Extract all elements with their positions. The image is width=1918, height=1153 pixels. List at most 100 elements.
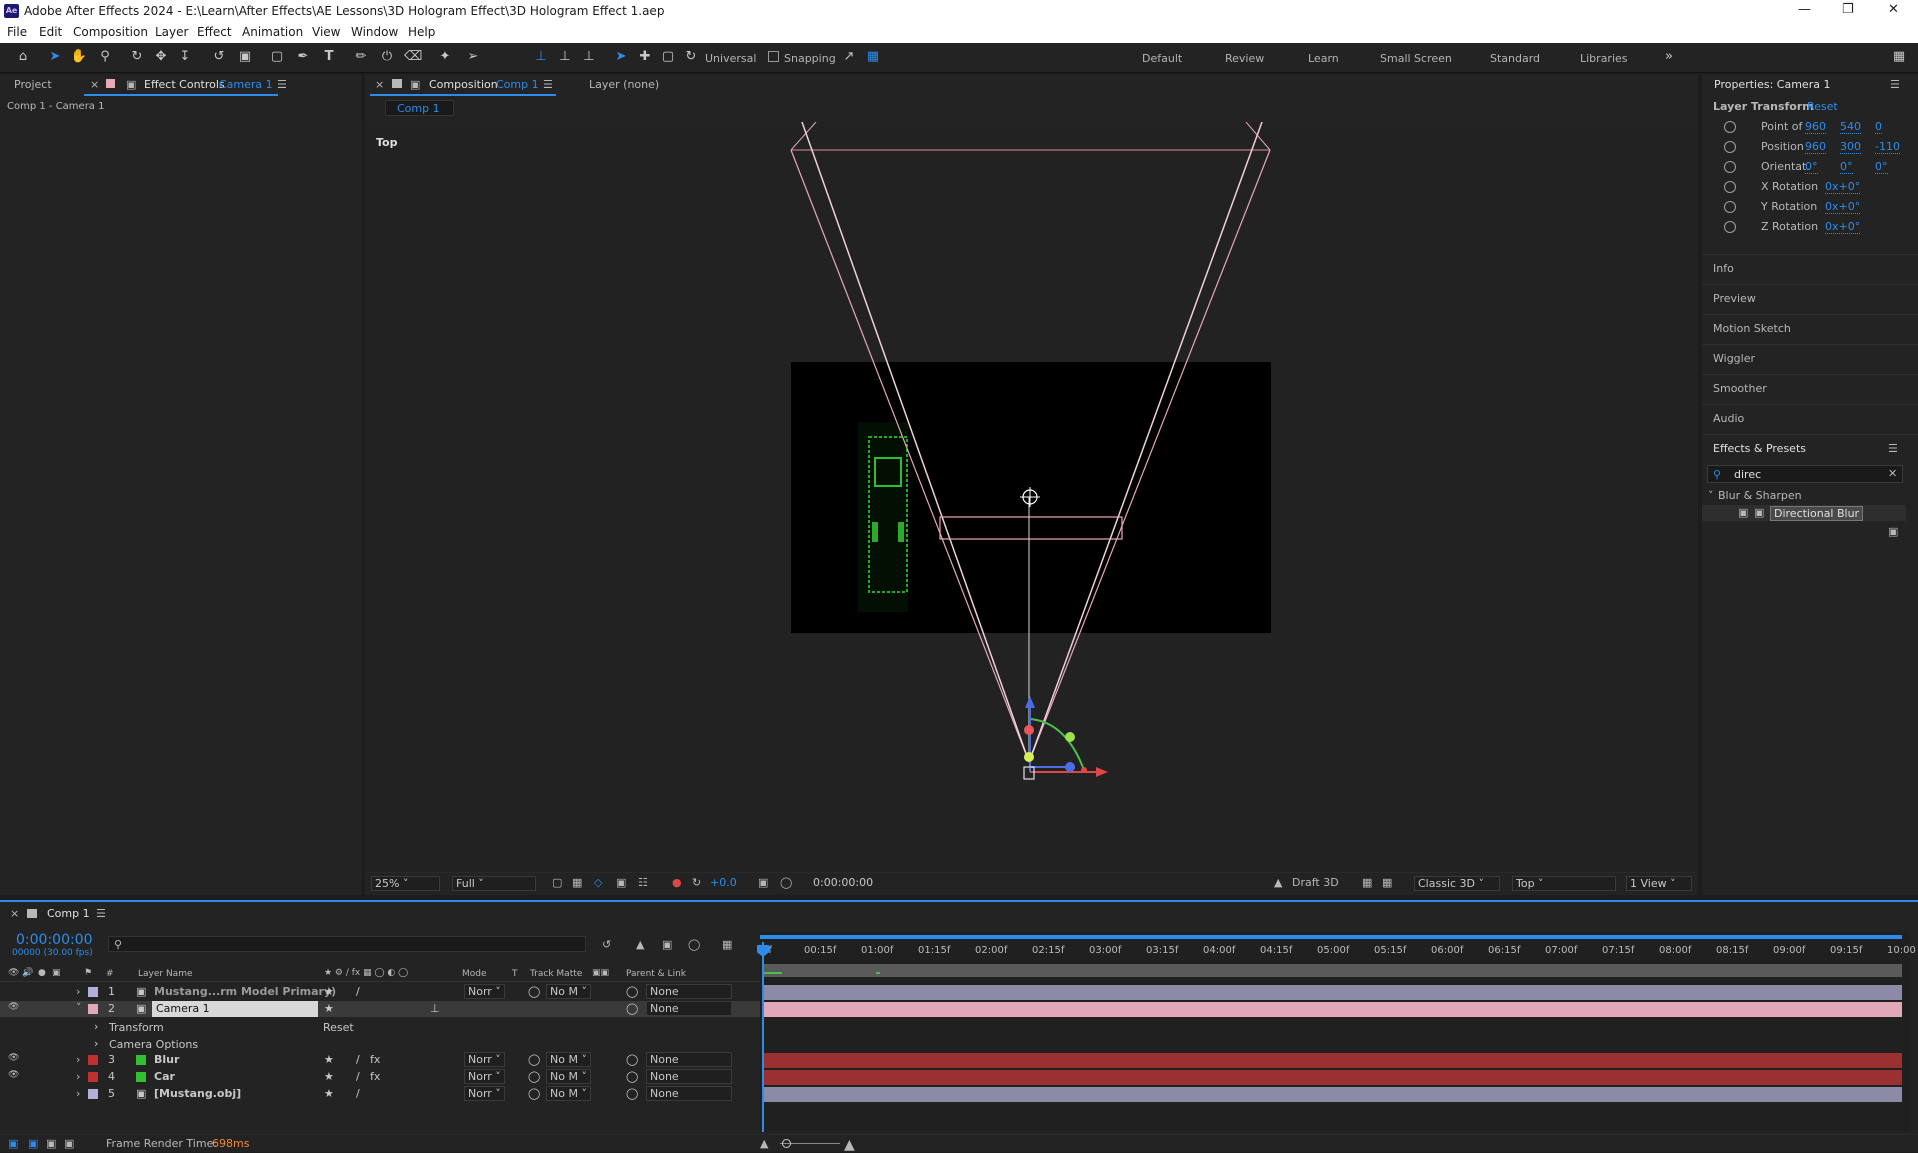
world-axis-icon[interactable]: ⊥ [556,48,574,66]
layer-bar-car[interactable] [762,1070,1902,1085]
orientation-y[interactable]: 0° [1840,160,1853,174]
home-icon[interactable]: ⌂ [14,48,32,66]
resolution-dropdown[interactable]: Full ˅ [452,876,536,891]
label-swatch[interactable] [88,1004,98,1014]
panel-smoother[interactable]: Smoother [1713,382,1767,395]
audio-icon[interactable]: 🔊 [22,968,33,978]
menu-effect[interactable]: Effect [197,25,232,39]
menu-layer[interactable]: Layer [155,25,188,39]
layer-bar-camera[interactable] [762,1002,1902,1017]
dolly-camera-icon[interactable]: ↧ [176,48,194,66]
menu-view[interactable]: View [312,25,340,39]
close-tab-icon[interactable]: × [375,78,384,91]
matte-link-icon[interactable]: ◯ [528,1053,540,1066]
extended-viewer-icon[interactable]: ▦ [1362,876,1372,889]
z-rotation-value[interactable]: 0x+0° [1825,220,1861,234]
label-swatch[interactable] [88,987,98,997]
solo-icon[interactable]: ● [38,968,46,978]
lock-icon[interactable]: ▣ [52,968,61,978]
workspace-default[interactable]: Default [1142,52,1182,65]
shy-icon[interactable]: ★ [324,1087,334,1100]
layer-row-selected[interactable]: 👁 ˅ 2 ▣ Camera 1 ★ ⊥ ◯ None [0,1001,760,1017]
rotate-tool-icon[interactable]: ↺ [210,48,228,66]
transparency-grid-icon[interactable]: ▦ [572,876,582,889]
mode-dropdown[interactable]: Norr ˅ [464,984,505,999]
channel-icon[interactable]: ● [672,876,682,889]
view-dropdown[interactable]: Top ˅ [1512,876,1616,891]
snapshot-icon[interactable]: ▣ [758,876,768,889]
eraser-tool-icon[interactable]: ⌫ [404,48,422,66]
timeline-track-area[interactable] [760,932,1910,1132]
snapping-checkbox[interactable] [768,51,779,62]
rectangle-tool-icon[interactable]: ▢ [268,48,286,66]
menu-window[interactable]: Window [351,25,398,39]
layer-name[interactable]: Blur [154,1053,179,1066]
label-swatch[interactable] [88,1072,98,1082]
eye-icon[interactable]: 👁 [8,1053,19,1063]
parent-dropdown[interactable]: None [646,984,732,999]
shy-icon[interactable]: ★ [324,1070,334,1083]
lock-icon[interactable]: ▣ [410,78,420,91]
work-area-bar[interactable] [760,935,1902,939]
expand-chevron-icon[interactable]: › [94,1037,98,1050]
parent-dropdown[interactable]: None [646,1069,732,1084]
render-time-toggle-icon[interactable]: ▣ [46,1137,56,1150]
chevron-down-icon[interactable]: ˅ [1708,489,1714,502]
viewer-canvas[interactable] [366,122,1697,872]
new-item-icon[interactable]: ▣ [1888,525,1898,538]
tab-effect-controls[interactable]: Effect Controls [144,78,225,91]
workspace-standard[interactable]: Standard [1490,52,1540,65]
parent-dropdown[interactable]: None [646,1086,732,1101]
eye-icon[interactable]: 👁 [8,1002,19,1012]
stopwatch-icon[interactable] [1724,201,1736,213]
quality-icon[interactable]: / [356,985,360,998]
comp-mini-flowchart-icon[interactable]: ↺ [602,938,611,951]
position-z[interactable]: -110 [1875,140,1900,154]
tab-layer[interactable]: Layer (none) [589,78,659,91]
guides-icon[interactable]: ▣ [616,876,626,889]
view-axis-icon[interactable]: ⊥ [580,48,598,66]
layer-name-box[interactable]: Camera 1 [152,1001,318,1017]
frame-blending-icon[interactable]: ◯ [688,938,700,951]
expand-chevron-icon[interactable]: › [76,1087,80,1100]
comp-breadcrumb[interactable]: Comp 1 [385,100,454,116]
anchor-z[interactable]: 0 [1875,120,1882,134]
orientation-x[interactable]: 0° [1805,160,1818,174]
matte-link-icon[interactable]: ◯ [528,1087,540,1100]
renderer-dropdown[interactable]: Classic 3D ˅ [1414,876,1500,891]
layer-bar-mustang[interactable] [762,985,1902,1000]
camera-options-group[interactable]: Camera Options [109,1038,198,1051]
3d-layer-icon[interactable]: ⊥ [430,1002,440,1015]
shy-icon[interactable]: ★ [324,1053,334,1066]
anchor-x[interactable]: 960 [1805,120,1826,134]
draft-3d-label[interactable]: Draft 3D [1292,876,1339,889]
panel-wiggler[interactable]: Wiggler [1713,352,1755,365]
timing-toggle-icon[interactable]: ▣ [64,1137,74,1150]
expand-chevron-icon[interactable]: › [76,1053,80,1066]
more-workspaces-icon[interactable]: » [1660,48,1678,66]
puppet-pin-icon[interactable]: ➢ [464,48,482,66]
shy-icon[interactable]: ★ [324,985,334,998]
pick-whip-icon[interactable]: ◯ [626,1053,638,1066]
restore-icon[interactable]: ❐ [1842,2,1854,17]
anchor-y[interactable]: 540 [1840,120,1861,134]
panel-menu-icon[interactable]: ☰ [277,78,287,91]
grid-options-icon[interactable]: ☷ [638,876,648,889]
exposure-value[interactable]: +0.0 [710,876,737,889]
panel-menu-icon[interactable]: ☰ [1890,78,1900,91]
layer-row[interactable]: 👁 › 3 Blur ★ / fx Norr ˅ ◯ No M ˅ ◯ None [0,1052,760,1068]
panel-info[interactable]: Info [1713,262,1734,275]
layer-row[interactable]: › 1 ▣ Mustang...rm Model Primary) ★ / No… [0,984,760,1000]
roto-brush-icon[interactable]: ✦ [436,48,454,66]
panel-motion-sketch[interactable]: Motion Sketch [1713,322,1791,335]
matte-link-icon[interactable]: ◯ [528,1070,540,1083]
pick-whip-icon[interactable]: ◯ [626,1002,638,1015]
collapse-chevron-icon[interactable]: ˅ [76,1001,82,1014]
position-y[interactable]: 300 [1840,140,1861,154]
parent-dropdown[interactable]: None [646,1001,732,1016]
x-rotation-value[interactable]: 0x+0° [1825,180,1861,194]
universal-select-icon[interactable]: ➤ [612,48,630,66]
eye-icon[interactable]: 👁 [8,968,19,978]
panel-audio[interactable]: Audio [1713,412,1744,425]
parent-link-header[interactable]: Parent & Link [626,969,686,979]
